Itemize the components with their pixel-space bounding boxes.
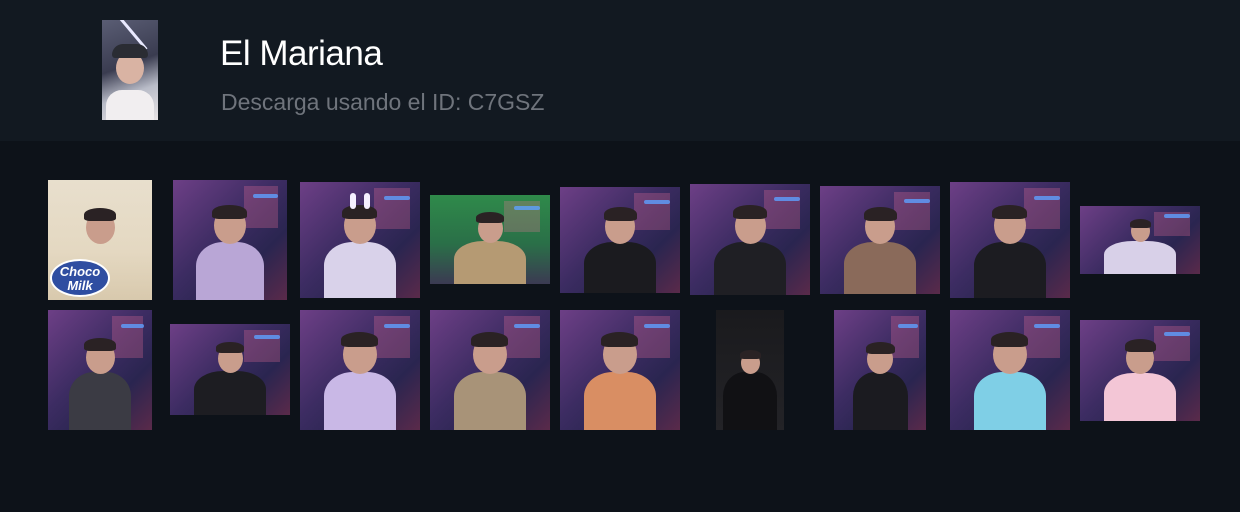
neon-sign [384, 196, 410, 200]
person-hair [341, 332, 378, 347]
person-body [844, 242, 916, 294]
person-hair [992, 205, 1027, 219]
choco-milk-logo-top: Choco [59, 264, 101, 279]
neon-sign [1034, 324, 1060, 328]
person-body [853, 372, 908, 430]
person-body [324, 242, 396, 298]
person-body [974, 242, 1046, 298]
background-window [374, 188, 410, 229]
person-hair [604, 207, 637, 221]
gallery-thumbnail[interactable] [1080, 320, 1200, 421]
background-window [634, 193, 670, 230]
neon-sign [1164, 332, 1190, 336]
profile-header: El Mariana Descarga usando el ID: C7GSZ [0, 0, 1240, 141]
background-window [891, 316, 919, 358]
gallery-thumbnail[interactable] [300, 310, 420, 430]
person-body [1104, 241, 1176, 274]
neon-sign [253, 194, 278, 198]
gallery-thumbnail[interactable] [170, 324, 290, 415]
choco-milk-logo-bottom: Milk [67, 278, 93, 293]
person-hair [601, 332, 638, 347]
bunny-ear [350, 193, 356, 209]
neon-sign [514, 206, 540, 210]
avatar-shirt [106, 90, 154, 120]
gallery-thumbnail[interactable] [173, 180, 287, 300]
person-body [196, 242, 264, 300]
background-window [112, 316, 143, 358]
gallery-thumbnail[interactable] [48, 310, 152, 430]
gallery-thumbnail[interactable] [560, 187, 680, 293]
background-window [244, 186, 278, 228]
person-hair [733, 205, 767, 219]
gallery-thumbnail[interactable] [820, 186, 940, 294]
background-window [374, 316, 410, 358]
person-body [974, 372, 1046, 430]
profile-avatar [102, 20, 158, 120]
avatar-cap [112, 44, 148, 58]
neon-sign [384, 324, 410, 328]
person-hair [991, 332, 1028, 347]
gallery-thumbnail[interactable] [716, 310, 784, 430]
person-hair [471, 332, 508, 347]
neon-sign [254, 335, 280, 339]
person-body [324, 372, 396, 430]
gallery-thumbnail[interactable] [690, 184, 810, 295]
neon-sign [644, 200, 670, 204]
background-window [894, 192, 930, 230]
person-hair [212, 205, 247, 219]
gallery-thumbnail[interactable]: Choco Milk [48, 180, 152, 300]
neon-sign [1164, 214, 1190, 218]
person-hair [1125, 339, 1156, 352]
background-window [504, 316, 540, 358]
gallery-thumbnail[interactable] [430, 195, 550, 284]
gallery-thumbnail[interactable] [1080, 206, 1200, 274]
neon-sign [898, 324, 918, 328]
person-hair [216, 342, 244, 353]
person-body [69, 372, 131, 430]
neon-sign [121, 324, 144, 328]
person-body [584, 242, 656, 293]
background-window [764, 190, 800, 229]
person-hair [864, 207, 897, 221]
person-body [454, 241, 526, 284]
person-body [584, 372, 656, 430]
person-hair [84, 338, 116, 351]
person-body [1104, 373, 1176, 421]
person-hair [342, 205, 377, 219]
person-body [454, 372, 526, 430]
gallery-thumbnail[interactable] [430, 310, 550, 430]
person-hair [1130, 219, 1151, 228]
neon-sign [644, 324, 670, 328]
gallery-thumbnail[interactable] [950, 310, 1070, 430]
neon-sign [774, 197, 800, 201]
gallery-thumbnail[interactable] [834, 310, 926, 430]
person-body [194, 371, 266, 415]
person-body [714, 242, 786, 295]
gallery-thumbnail[interactable] [950, 182, 1070, 298]
background-window [634, 316, 670, 358]
person-hair [866, 342, 895, 354]
neon-sign [904, 199, 930, 203]
person-hair [84, 208, 116, 221]
person-body [723, 372, 777, 430]
profile-name: El Mariana [220, 34, 383, 73]
background-window [1024, 188, 1060, 229]
neon-sign [1034, 196, 1060, 200]
gallery-thumbnail[interactable] [300, 182, 420, 298]
neon-sign [514, 324, 540, 328]
person-hair [740, 350, 761, 359]
person-hair [476, 212, 504, 223]
background-window [1024, 316, 1060, 358]
gallery-thumbnail[interactable] [560, 310, 680, 430]
download-id-text: Descarga usando el ID: C7GSZ [221, 89, 545, 115]
bunny-ear [364, 193, 370, 209]
choco-milk-logo: Choco Milk [50, 259, 110, 297]
